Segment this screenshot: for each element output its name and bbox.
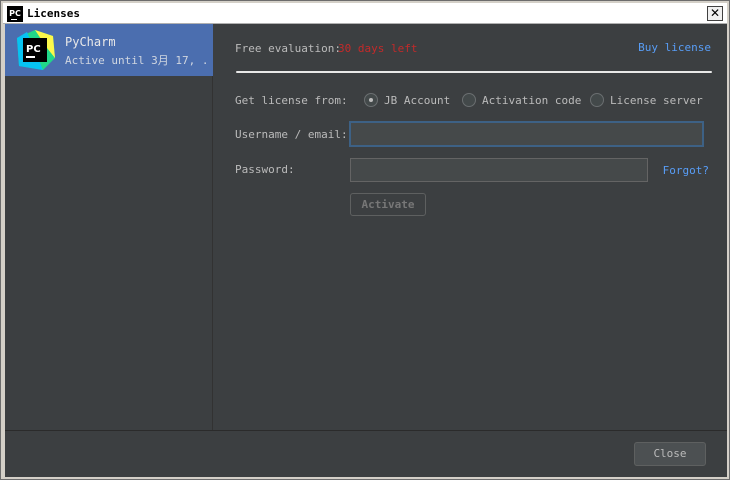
product-name: PyCharm — [65, 35, 116, 49]
pycharm-logo-icon: PC — [17, 30, 55, 70]
evaluation-value: 30 days left — [338, 42, 418, 55]
product-status: Active until 3月 17, ... — [65, 54, 211, 67]
section-divider — [236, 71, 712, 73]
activate-button[interactable]: Activate — [350, 193, 426, 216]
licenses-dialog: PC Licenses ✕ PC PyCharm Active until 3月… — [0, 0, 730, 480]
sidebar-item-pycharm[interactable]: PC PyCharm Active until 3月 17, ... — [5, 24, 213, 76]
dialog-content: PC PyCharm Active until 3月 17, ... Free … — [5, 24, 727, 477]
radio-circle — [462, 93, 476, 107]
logo-text: PC — [26, 44, 41, 55]
evaluation-label: Free evaluation: — [235, 42, 341, 55]
close-icon[interactable]: ✕ — [707, 6, 723, 21]
radio-label: License server — [610, 94, 703, 107]
username-field[interactable] — [349, 121, 704, 147]
footer-divider — [5, 430, 727, 431]
username-label: Username / email: — [235, 128, 348, 141]
password-label: Password: — [235, 163, 295, 176]
buy-license-link[interactable]: Buy license — [638, 41, 711, 54]
license-panel: Free evaluation: 30 days left Buy licens… — [214, 24, 727, 430]
title-bar: PC Licenses ✕ — [3, 3, 727, 24]
close-button[interactable]: Close — [634, 442, 706, 466]
product-sidebar: PC PyCharm Active until 3月 17, ... — [5, 24, 213, 430]
forgot-password-link[interactable]: Forgot? — [663, 164, 709, 177]
password-field[interactable] — [350, 158, 648, 182]
radio-label: Activation code — [482, 94, 582, 107]
window-title: Licenses — [27, 7, 80, 20]
pycharm-app-icon: PC — [7, 6, 23, 22]
license-source-label: Get license from: — [235, 94, 348, 107]
radio-circle — [590, 93, 604, 107]
radio-selected-dot — [369, 98, 373, 102]
radio-label: JB Account — [384, 94, 451, 107]
radio-circle — [364, 93, 378, 107]
